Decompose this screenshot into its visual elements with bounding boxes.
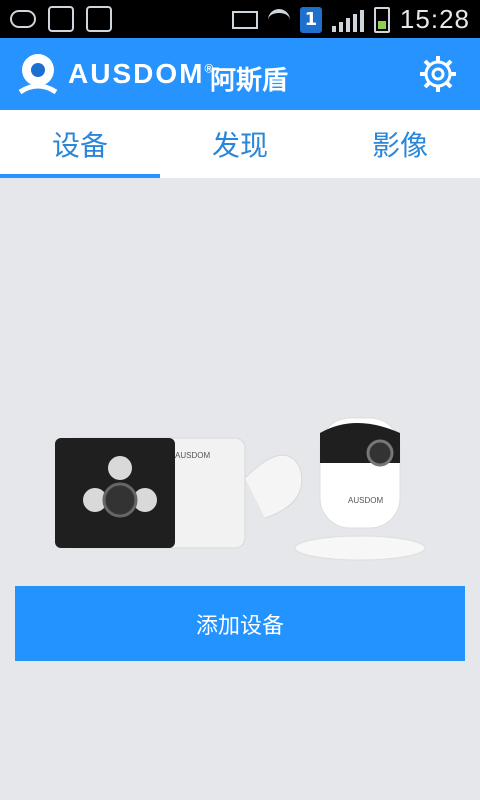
tab-bar: 设备 发现 影像 (0, 110, 480, 178)
camera-illustration: AUSDOM AUSDOM (55, 417, 425, 561)
download-app-icon (48, 6, 74, 32)
notification-badge: 1 (299, 6, 322, 33)
vibrate-icon (231, 10, 258, 29)
devices-panel: AUSDOM AUSDOM 添加设备 (0, 178, 480, 800)
image-icon (86, 6, 112, 32)
clock: 15:28 (399, 4, 470, 34)
cloud-upload-icon (10, 10, 36, 28)
gear-icon[interactable] (418, 54, 458, 94)
battery-icon (373, 6, 390, 33)
camera-brand-label: AUSDOM (175, 451, 210, 460)
status-right-icons: 1 15:28 (231, 4, 470, 35)
tab-discover[interactable]: 发现 (160, 110, 320, 178)
brand-chinese-name: 阿斯盾 (210, 66, 289, 96)
app-header: AUSDOM® 阿斯盾 (0, 38, 480, 110)
tab-media[interactable]: 影像 (320, 110, 480, 178)
wifi-icon (267, 8, 290, 31)
ausdom-logo-icon (18, 54, 58, 95)
status-bar: 1 15:28 (0, 0, 480, 38)
status-left-icons (10, 6, 112, 32)
signal-icon (331, 8, 364, 32)
brand-name: AUSDOM® (68, 58, 216, 89)
tab-devices[interactable]: 设备 (0, 110, 160, 178)
camera-brand-label-2: AUSDOM (348, 496, 383, 505)
add-device-button[interactable]: 添加设备 (15, 586, 465, 661)
